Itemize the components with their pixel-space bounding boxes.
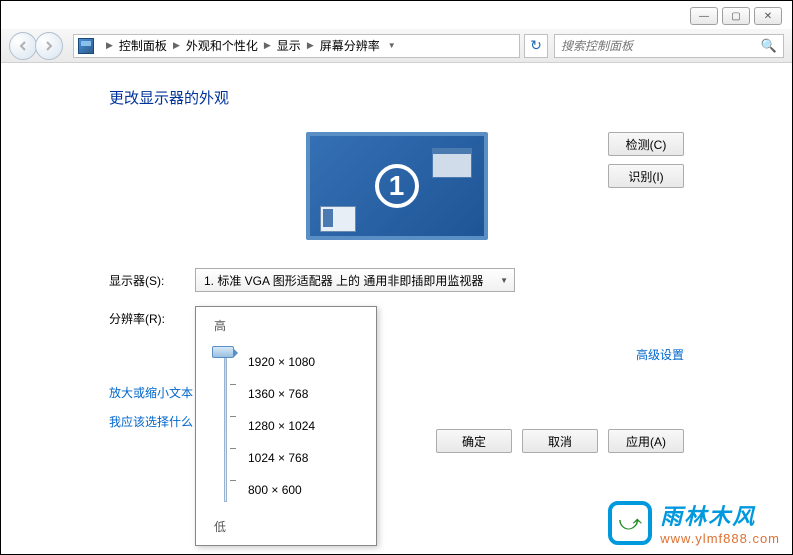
- resolution-option[interactable]: 1024 × 768: [248, 442, 362, 474]
- watermark-logo-icon: ⤻: [608, 501, 652, 545]
- detect-button[interactable]: 检测(C): [608, 132, 684, 156]
- resolution-option[interactable]: 800 × 600: [248, 474, 362, 506]
- resolution-option[interactable]: 1360 × 768: [248, 378, 362, 410]
- apply-button[interactable]: 应用(A): [608, 429, 684, 453]
- slider-high-label: 高: [214, 317, 362, 334]
- toolbar: ▶ 控制面板 ▶ 外观和个性化 ▶ 显示 ▶ 屏幕分辨率 ▼ ↻ 🔍: [1, 29, 792, 63]
- breadcrumb-item[interactable]: 控制面板: [119, 37, 167, 54]
- forward-button[interactable]: [35, 32, 63, 60]
- display-select[interactable]: 1. 标准 VGA 图形适配器 上的 通用非即插即用监视器: [195, 268, 515, 292]
- monitor-preview[interactable]: 1: [306, 132, 488, 240]
- maximize-button[interactable]: ▢: [722, 7, 750, 25]
- back-button[interactable]: [9, 32, 37, 60]
- monitor-number-badge: 1: [375, 164, 419, 208]
- advanced-settings-link[interactable]: 高级设置: [636, 348, 684, 362]
- breadcrumb-separator: ▶: [173, 40, 180, 51]
- slider-tick: [230, 480, 236, 481]
- breadcrumb-separator: ▶: [307, 40, 314, 51]
- breadcrumb[interactable]: ▶ 控制面板 ▶ 外观和个性化 ▶ 显示 ▶ 屏幕分辨率 ▼: [73, 34, 520, 58]
- page-title: 更改显示器的外观: [109, 87, 684, 108]
- slider-tick: [230, 384, 236, 385]
- watermark-title: 雨林木风: [660, 499, 780, 531]
- slider-tick: [230, 448, 236, 449]
- content-area: 更改显示器的外观 1 检测(C) 识别(I) 显示器(S): 1. 标准 VGA…: [1, 63, 792, 554]
- identify-button[interactable]: 识别(I): [608, 164, 684, 188]
- resolution-slider-track[interactable]: [210, 346, 240, 506]
- breadcrumb-separator: ▶: [264, 40, 271, 51]
- search-box[interactable]: 🔍: [554, 34, 784, 58]
- search-icon[interactable]: 🔍: [761, 38, 777, 54]
- ok-button[interactable]: 确定: [436, 429, 512, 453]
- display-select-value: 1. 标准 VGA 图形适配器 上的 通用非即插即用监视器: [204, 272, 483, 289]
- control-panel-icon: [78, 38, 94, 54]
- slider-low-label: 低: [214, 518, 362, 535]
- preview-window-icon: [320, 206, 356, 232]
- back-arrow-icon: [17, 40, 29, 52]
- resolution-option[interactable]: 1280 × 1024: [248, 410, 362, 442]
- preview-window-icon: [432, 148, 472, 178]
- breadcrumb-separator: ▶: [106, 40, 113, 51]
- close-button[interactable]: ✕: [754, 7, 782, 25]
- breadcrumb-item[interactable]: 屏幕分辨率: [320, 37, 380, 54]
- breadcrumb-item[interactable]: 外观和个性化: [186, 37, 258, 54]
- cancel-button[interactable]: 取消: [522, 429, 598, 453]
- search-input[interactable]: [561, 39, 761, 53]
- watermark: ⤻ 雨林木风 www.ylmf888.com: [608, 499, 780, 546]
- refresh-icon: ↻: [530, 37, 542, 54]
- refresh-button[interactable]: ↻: [524, 34, 548, 58]
- resolution-slider-thumb[interactable]: [212, 346, 234, 358]
- resolution-option[interactable]: 1920 × 1080: [248, 346, 362, 378]
- breadcrumb-dropdown-icon[interactable]: ▼: [388, 41, 396, 50]
- resolution-label: 分辨率(R):: [109, 310, 195, 327]
- resolution-dropdown-popup: 高 1920 × 1080 1360 × 768 1280 × 1024 102…: [195, 306, 377, 546]
- display-label: 显示器(S):: [109, 272, 195, 289]
- monitor-preview-section: 1 检测(C) 识别(I): [109, 132, 684, 240]
- slider-tick: [230, 416, 236, 417]
- minimize-button[interactable]: —: [690, 7, 718, 25]
- slider-line: [224, 350, 227, 502]
- breadcrumb-item[interactable]: 显示: [277, 37, 301, 54]
- forward-arrow-icon: [43, 40, 55, 52]
- watermark-url: www.ylmf888.com: [660, 531, 780, 546]
